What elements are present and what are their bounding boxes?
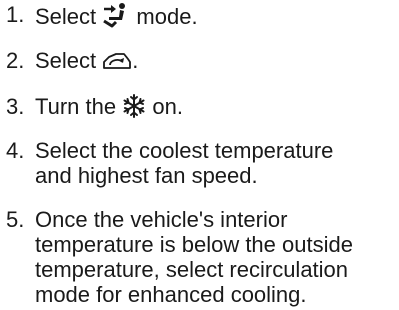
step-number: 5. bbox=[6, 207, 25, 232]
step-text-before: Turn the bbox=[35, 94, 117, 119]
step-text-line: temperature is below the outside bbox=[35, 232, 353, 257]
step-number: 2. bbox=[6, 48, 25, 73]
step-text-before: Select bbox=[35, 48, 97, 73]
vehicle-recirculation-icon bbox=[102, 50, 132, 72]
step-number: 4. bbox=[6, 138, 25, 163]
step-number: 1. bbox=[6, 2, 25, 27]
step-text: Once the vehicle's interior temperature … bbox=[35, 207, 390, 307]
step-text-after: mode. bbox=[136, 4, 198, 29]
step-text-before: Select bbox=[35, 4, 97, 29]
air-outlet-floor-mode-icon bbox=[102, 2, 130, 28]
step-text-line: Select the coolest temperature bbox=[35, 138, 334, 163]
step-text-line: temperature, select recirculation bbox=[35, 257, 349, 282]
step-text-line: and highest fan speed. bbox=[35, 163, 258, 188]
step-text: Turn the on. bbox=[35, 94, 390, 119]
step-text: Select mode. bbox=[35, 2, 390, 29]
step-number: 3. bbox=[6, 94, 25, 119]
step-text-line: mode for enhanced cooling. bbox=[35, 282, 307, 307]
air-conditioning-snowflake-icon bbox=[122, 94, 146, 118]
step-text: Select . bbox=[35, 48, 390, 73]
step-text-after: on. bbox=[152, 94, 183, 119]
step-text: Select the coolest temperature and highe… bbox=[35, 138, 390, 188]
step-text-after: . bbox=[132, 48, 139, 73]
step-text-line: Once the vehicle's interior bbox=[35, 207, 288, 232]
